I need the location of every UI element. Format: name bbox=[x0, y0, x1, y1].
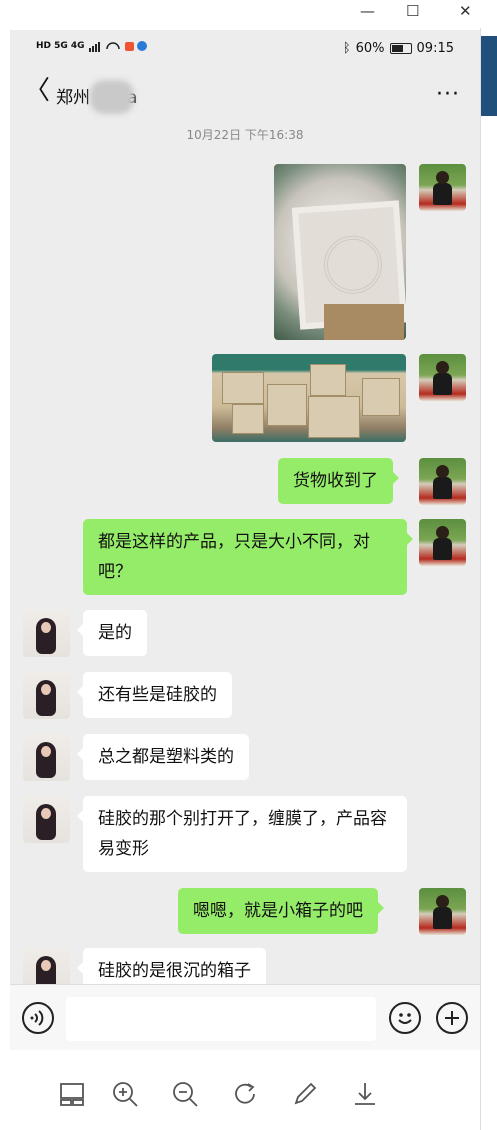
box bbox=[222, 372, 264, 404]
box bbox=[232, 404, 264, 434]
background-window-bar bbox=[481, 36, 497, 116]
window-titlebar: — ☐ ✕ bbox=[0, 0, 497, 28]
battery-percent: 60% bbox=[355, 41, 385, 56]
clock: 09:15 bbox=[416, 41, 454, 56]
zoom-out-icon[interactable] bbox=[170, 1080, 200, 1110]
redaction-blur bbox=[90, 80, 134, 114]
photo-cardboard-boxes[interactable] bbox=[212, 354, 406, 442]
more-options-icon[interactable]: ··· bbox=[436, 82, 460, 107]
maximize-button[interactable]: ☐ bbox=[406, 2, 419, 20]
download-icon[interactable] bbox=[350, 1080, 380, 1110]
emoji-icon[interactable] bbox=[389, 1002, 421, 1034]
plus-icon[interactable] bbox=[436, 1002, 468, 1034]
my-avatar[interactable] bbox=[419, 458, 466, 505]
bluetooth-icon: ᛒ bbox=[342, 41, 351, 56]
status-right: ᛒ 60% 09:15 bbox=[343, 41, 454, 56]
message-bubble-received[interactable]: 总之都是塑料类的 bbox=[77, 734, 249, 780]
battery-icon bbox=[389, 43, 412, 54]
message-bubble-received[interactable]: 还有些是硅胶的 bbox=[77, 672, 232, 718]
mold-box bbox=[324, 304, 404, 340]
chat-header: 〈 郑州 Bella ··· bbox=[10, 68, 480, 118]
background-window-edge bbox=[480, 28, 497, 1130]
minimize-button[interactable]: — bbox=[360, 2, 375, 20]
my-avatar[interactable] bbox=[419, 888, 466, 935]
box bbox=[362, 378, 400, 416]
viewer-toolbar bbox=[0, 1050, 480, 1130]
contact-avatar[interactable] bbox=[23, 796, 70, 843]
message-timestamp: 10月22日 下午16:38 bbox=[186, 128, 304, 142]
photo-plastic-mold[interactable] bbox=[274, 164, 406, 340]
phone-screenshot: HD 5G 4G ᛒ 60% 09:15 〈 郑州 Bella ··· 10月2… bbox=[10, 30, 480, 1130]
zoom-in-icon[interactable] bbox=[110, 1080, 140, 1110]
message-bubble-sent[interactable]: 都是这样的产品，只是大小不同，对吧？ bbox=[83, 519, 413, 595]
message-bubble-received[interactable]: 是的 bbox=[77, 610, 147, 656]
voice-icon[interactable] bbox=[22, 1002, 54, 1034]
message-bubble-sent[interactable]: 嗯嗯，就是小箱子的吧 bbox=[178, 888, 384, 934]
contact-avatar[interactable] bbox=[23, 610, 70, 657]
back-icon[interactable]: 〈 bbox=[24, 78, 50, 104]
rotate-icon[interactable] bbox=[230, 1080, 260, 1110]
message-bubble-received[interactable]: 硅胶的那个别打开了，缠膜了，产品容易变形 bbox=[77, 796, 407, 872]
status-bar: HD 5G 4G ᛒ 60% 09:15 bbox=[10, 30, 480, 66]
my-avatar[interactable] bbox=[419, 164, 466, 211]
contact-avatar[interactable] bbox=[23, 734, 70, 781]
my-avatar[interactable] bbox=[419, 519, 466, 566]
signal-indicators: HD 5G 4G bbox=[36, 40, 149, 52]
signal-label: HD 5G 4G bbox=[36, 41, 85, 51]
message-input[interactable] bbox=[66, 997, 376, 1041]
box bbox=[267, 384, 307, 426]
edit-icon[interactable] bbox=[290, 1080, 320, 1110]
close-button[interactable]: ✕ bbox=[459, 2, 472, 20]
message-input-bar bbox=[10, 984, 480, 1055]
box bbox=[310, 364, 346, 396]
contact-avatar[interactable] bbox=[23, 672, 70, 719]
message-bubble-sent[interactable]: 货物收到了 bbox=[278, 458, 399, 504]
box bbox=[308, 396, 360, 438]
my-avatar[interactable] bbox=[419, 354, 466, 401]
layout-icon[interactable] bbox=[57, 1080, 87, 1110]
signal-icons bbox=[88, 41, 147, 52]
